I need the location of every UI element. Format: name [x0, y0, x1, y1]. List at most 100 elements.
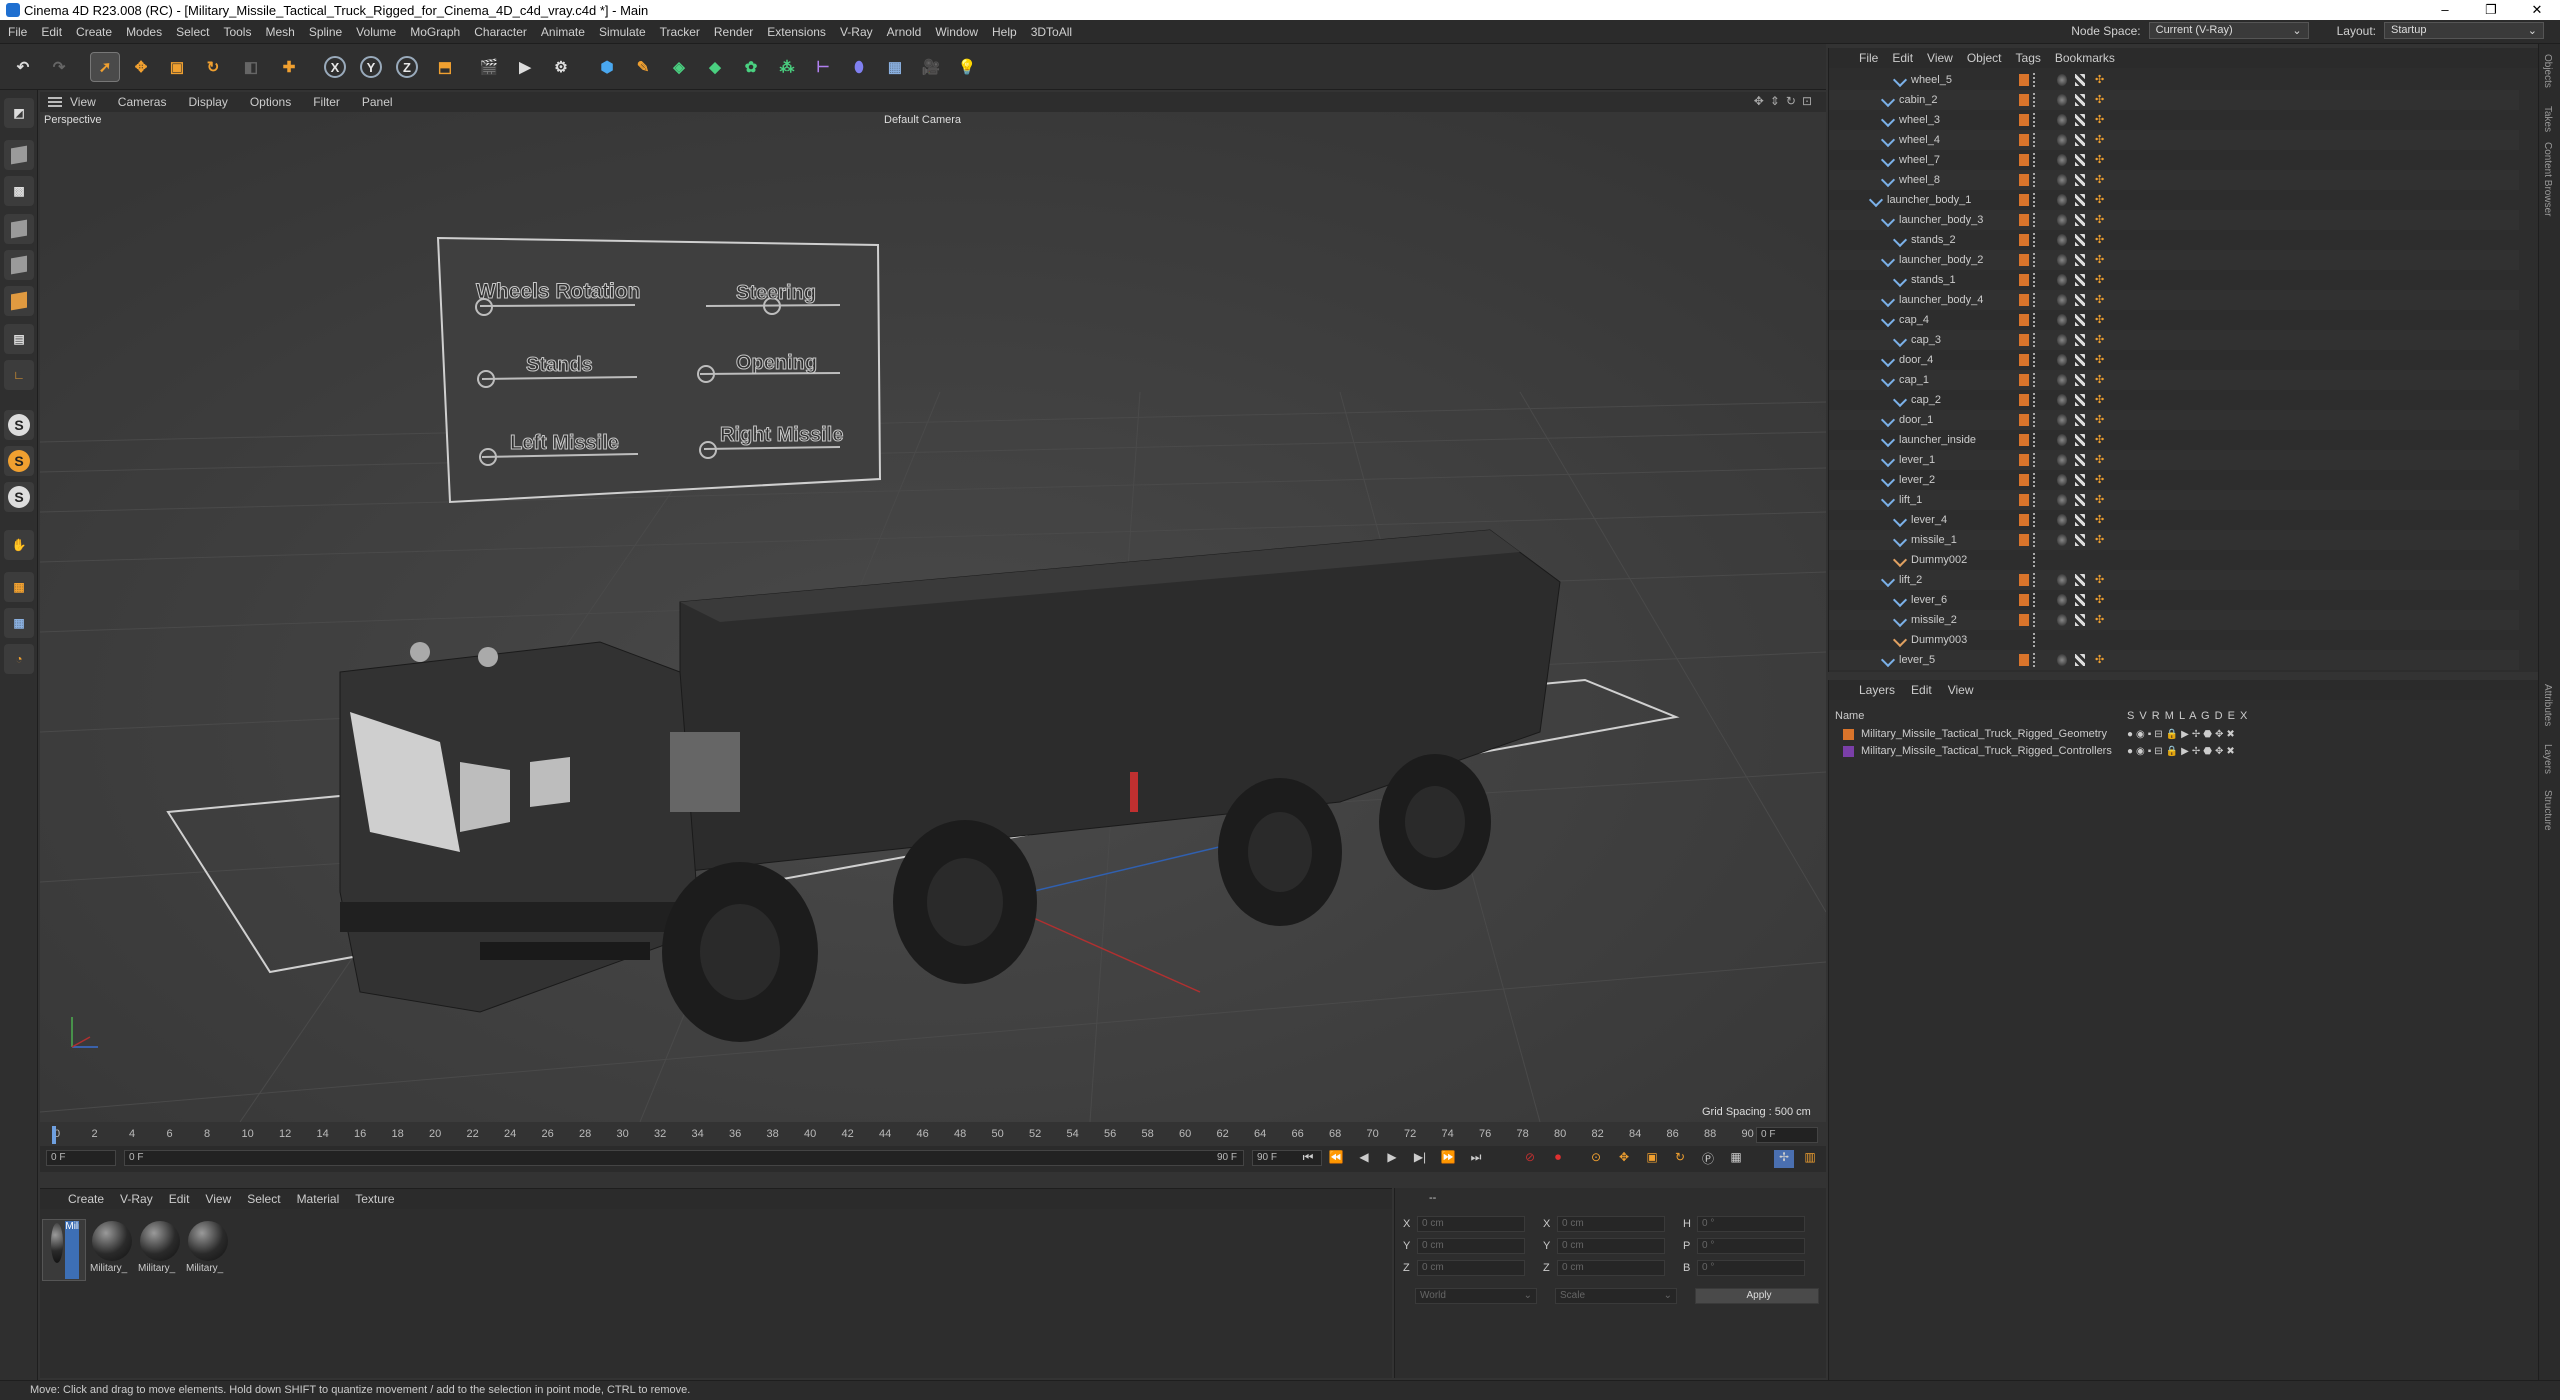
snap-button[interactable]: S: [4, 410, 34, 440]
key-parameter-icon[interactable]: Ⓟ: [1698, 1150, 1718, 1168]
planar-workplane-button[interactable]: ◔: [4, 644, 34, 674]
material-menu-select[interactable]: Select: [247, 1192, 280, 1206]
cube-object-button[interactable]: ⬢: [592, 52, 622, 82]
constraint-tag-icon[interactable]: ✣: [2095, 250, 2105, 266]
render-region-button[interactable]: 🎬: [474, 52, 504, 82]
visibility-dots-icon[interactable]: [2033, 333, 2036, 347]
texture-tag-icon[interactable]: [2075, 454, 2085, 466]
viewport-menu-options[interactable]: Options: [250, 95, 291, 109]
material-tag-icon[interactable]: [2057, 574, 2067, 586]
constraint-tag-icon[interactable]: ✣: [2095, 430, 2105, 446]
key-pla-icon[interactable]: ▦: [1726, 1150, 1746, 1168]
key-position-icon[interactable]: ✥: [1614, 1150, 1634, 1168]
object-row[interactable]: wheel_4 ✣: [1829, 130, 2519, 150]
go-to-end-icon[interactable]: ⏭: [1466, 1150, 1486, 1168]
scale-tool-button[interactable]: ▣: [162, 52, 192, 82]
material-swatch[interactable]: Military_: [186, 1219, 230, 1281]
constraint-tag-icon[interactable]: ✣: [2095, 350, 2105, 366]
layer-flag-icons[interactable]: ●◉▪⊟🔒▶✢⬣✥✖: [2127, 726, 2238, 743]
previous-frame-icon[interactable]: ◀: [1354, 1150, 1374, 1168]
viewport-3d-scene[interactable]: Perspective Default Camera Grid Spacing …: [40, 112, 1826, 1122]
material-tag-icon[interactable]: [2057, 434, 2067, 446]
viewport-menu-display[interactable]: Display: [188, 95, 227, 109]
object-row[interactable]: lever_4 ✣: [1829, 510, 2519, 530]
texture-tag-icon[interactable]: [2075, 474, 2085, 486]
visibility-dots-icon[interactable]: [2033, 393, 2036, 407]
create-object-button[interactable]: ✚: [274, 52, 304, 82]
menu-vray[interactable]: V-Ray: [840, 25, 873, 39]
texture-tag-icon[interactable]: [2075, 254, 2085, 266]
material-tag-icon[interactable]: [2057, 114, 2067, 126]
menu-help[interactable]: Help: [992, 25, 1017, 39]
visibility-dots-icon[interactable]: [2033, 373, 2036, 387]
tab-structure[interactable]: Structure: [2542, 790, 2553, 831]
coordinate-space-select[interactable]: World ⌄: [1415, 1288, 1537, 1304]
visibility-dots-icon[interactable]: [2033, 453, 2036, 467]
object-row[interactable]: wheel_8 ✣: [1829, 170, 2519, 190]
coordinate-system-button[interactable]: ⬒: [430, 52, 460, 82]
floor-button[interactable]: ▦: [880, 52, 910, 82]
texture-tag-icon[interactable]: [2075, 294, 2085, 306]
viewport-menu-panel[interactable]: Panel: [362, 95, 393, 109]
object-row[interactable]: wheel_5 ✣: [1829, 70, 2519, 90]
material-tag-icon[interactable]: [2057, 594, 2067, 606]
texture-mode-button[interactable]: ▩: [4, 176, 34, 206]
position-x-field[interactable]: 0 cm: [1417, 1216, 1525, 1232]
material-tag-icon[interactable]: [2057, 274, 2067, 286]
object-row[interactable]: lever_6 ✣: [1829, 590, 2519, 610]
deformer-button[interactable]: ⊢: [808, 52, 838, 82]
layer-row[interactable]: Military_Missile_Tactical_Truck_Rigged_C…: [1829, 743, 2529, 760]
object-row[interactable]: lever_2 ✣: [1829, 470, 2519, 490]
material-menu-vray[interactable]: V-Ray: [120, 1192, 153, 1206]
visibility-dots-icon[interactable]: [2033, 133, 2036, 147]
object-row[interactable]: Dummy003: [1829, 630, 2519, 650]
edge-mode-button[interactable]: [4, 250, 34, 280]
model-mode-button[interactable]: [4, 140, 34, 170]
current-frame-field[interactable]: 0 F: [46, 1150, 116, 1166]
texture-tag-icon[interactable]: [2075, 614, 2085, 626]
undo-button[interactable]: ↶: [8, 52, 38, 82]
texture-tag-icon[interactable]: [2075, 134, 2085, 146]
object-row[interactable]: stands_1 ✣: [1829, 270, 2519, 290]
object-row[interactable]: missile_2 ✣: [1829, 610, 2519, 630]
constraint-tag-icon[interactable]: ✣: [2095, 130, 2105, 146]
field-button[interactable]: ⬮: [844, 52, 874, 82]
visibility-dots-icon[interactable]: [2033, 533, 2036, 547]
viewport-camera-label[interactable]: Default Camera: [884, 114, 961, 126]
object-menu-bookmarks[interactable]: Bookmarks: [2055, 51, 2115, 65]
visibility-dots-icon[interactable]: [2033, 493, 2036, 507]
visibility-dots-icon[interactable]: [2033, 233, 2036, 247]
visibility-dots-icon[interactable]: [2033, 653, 2036, 667]
layer-row[interactable]: Military_Missile_Tactical_Truck_Rigged_G…: [1829, 726, 2529, 743]
visibility-dots-icon[interactable]: [2033, 353, 2036, 367]
redo-button[interactable]: ↷: [44, 52, 74, 82]
viewport-menu-filter[interactable]: Filter: [313, 95, 340, 109]
tab-takes[interactable]: Takes: [2542, 106, 2553, 132]
texture-tag-icon[interactable]: [2075, 274, 2085, 286]
node-space-select[interactable]: Current (V-Ray) ⌄: [2148, 22, 2309, 39]
texture-tag-icon[interactable]: [2075, 594, 2085, 606]
material-tag-icon[interactable]: [2057, 374, 2067, 386]
menu-mograph[interactable]: MoGraph: [410, 25, 460, 39]
previous-key-icon[interactable]: ⏪: [1326, 1150, 1346, 1168]
object-row[interactable]: door_4 ✣: [1829, 350, 2519, 370]
visibility-dots-icon[interactable]: [2033, 433, 2036, 447]
object-menu-object[interactable]: Object: [1967, 51, 2002, 65]
material-swatch[interactable]: Military_: [138, 1219, 182, 1281]
texture-tag-icon[interactable]: [2075, 514, 2085, 526]
object-row[interactable]: Dummy002: [1829, 550, 2519, 570]
texture-tag-icon[interactable]: [2075, 374, 2085, 386]
material-tag-icon[interactable]: [2057, 414, 2067, 426]
rotate-tool-button[interactable]: ↻: [198, 52, 228, 82]
play-icon[interactable]: ▶: [1382, 1150, 1402, 1168]
object-row[interactable]: cap_1 ✣: [1829, 370, 2519, 390]
x-axis-button[interactable]: X: [320, 52, 350, 82]
constraint-tag-icon[interactable]: ✣: [2095, 290, 2105, 306]
extrude-button[interactable]: ◆: [700, 52, 730, 82]
constraint-tag-icon[interactable]: ✣: [2095, 570, 2105, 586]
size-mode-select[interactable]: Scale ⌄: [1555, 1288, 1677, 1304]
locked-workplane-button[interactable]: ▦: [4, 608, 34, 638]
camera-button[interactable]: 🎥: [916, 52, 946, 82]
visibility-dots-icon[interactable]: [2033, 613, 2036, 627]
constraint-tag-icon[interactable]: ✣: [2095, 270, 2105, 286]
